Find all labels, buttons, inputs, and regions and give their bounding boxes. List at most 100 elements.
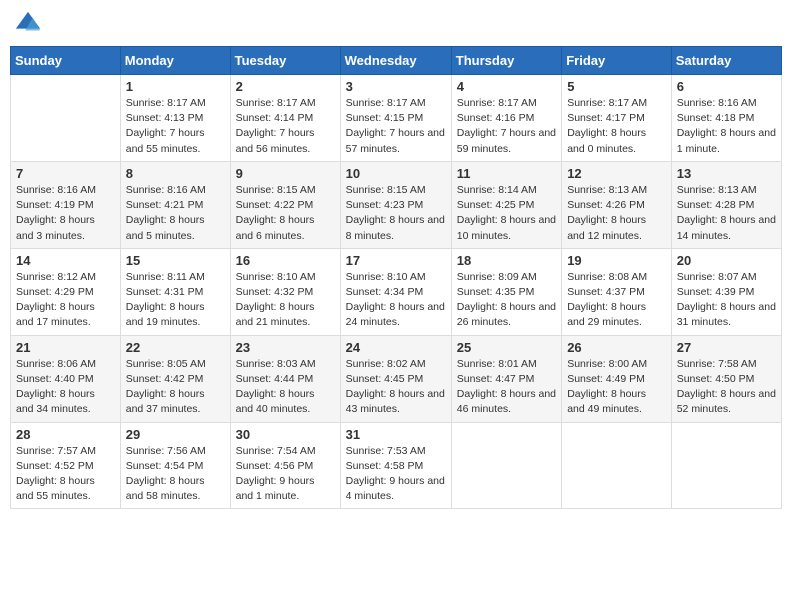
day-info: Sunrise: 8:02 AM Sunset: 4:45 PM Dayligh… <box>346 357 446 418</box>
calendar-day-cell <box>11 75 121 162</box>
day-info: Sunrise: 8:17 AM Sunset: 4:17 PM Dayligh… <box>567 96 666 157</box>
daylight: Daylight: 8 hours and 5 minutes. <box>126 214 205 241</box>
daylight: Daylight: 8 hours and 55 minutes. <box>16 475 95 502</box>
sunrise: Sunrise: 8:16 AM <box>126 184 206 196</box>
day-of-week-header: Monday <box>120 47 230 75</box>
calendar-day-cell: 22 Sunrise: 8:05 AM Sunset: 4:42 PM Dayl… <box>120 335 230 422</box>
calendar-day-cell: 12 Sunrise: 8:13 AM Sunset: 4:26 PM Dayl… <box>562 161 672 248</box>
day-number: 11 <box>457 166 556 181</box>
day-number: 17 <box>346 253 446 268</box>
sunrise: Sunrise: 7:53 AM <box>346 445 426 457</box>
day-number: 4 <box>457 79 556 94</box>
day-info: Sunrise: 8:09 AM Sunset: 4:35 PM Dayligh… <box>457 270 556 331</box>
sunset: Sunset: 4:25 PM <box>457 199 535 211</box>
sunrise: Sunrise: 8:12 AM <box>16 271 96 283</box>
sunrise: Sunrise: 8:16 AM <box>677 97 757 109</box>
day-number: 28 <box>16 427 115 442</box>
day-number: 22 <box>126 340 225 355</box>
sunrise: Sunrise: 7:54 AM <box>236 445 316 457</box>
day-number: 13 <box>677 166 776 181</box>
sunrise: Sunrise: 8:07 AM <box>677 271 757 283</box>
day-number: 3 <box>346 79 446 94</box>
sunset: Sunset: 4:56 PM <box>236 460 314 472</box>
sunset: Sunset: 4:58 PM <box>346 460 424 472</box>
day-info: Sunrise: 8:15 AM Sunset: 4:22 PM Dayligh… <box>236 183 335 244</box>
day-info: Sunrise: 8:05 AM Sunset: 4:42 PM Dayligh… <box>126 357 225 418</box>
day-info: Sunrise: 8:13 AM Sunset: 4:26 PM Dayligh… <box>567 183 666 244</box>
sunrise: Sunrise: 7:58 AM <box>677 358 757 370</box>
calendar-day-cell: 28 Sunrise: 7:57 AM Sunset: 4:52 PM Dayl… <box>11 422 121 509</box>
calendar-day-cell: 3 Sunrise: 8:17 AM Sunset: 4:15 PM Dayli… <box>340 75 451 162</box>
calendar-header-row: SundayMondayTuesdayWednesdayThursdayFrid… <box>11 47 782 75</box>
day-number: 31 <box>346 427 446 442</box>
calendar-day-cell: 9 Sunrise: 8:15 AM Sunset: 4:22 PM Dayli… <box>230 161 340 248</box>
daylight: Daylight: 8 hours and 24 minutes. <box>346 301 445 328</box>
day-number: 27 <box>677 340 776 355</box>
sunrise: Sunrise: 8:08 AM <box>567 271 647 283</box>
daylight: Daylight: 7 hours and 55 minutes. <box>126 127 205 154</box>
sunrise: Sunrise: 8:05 AM <box>126 358 206 370</box>
sunset: Sunset: 4:22 PM <box>236 199 314 211</box>
calendar-day-cell <box>671 422 781 509</box>
sunrise: Sunrise: 8:15 AM <box>346 184 426 196</box>
calendar-day-cell: 6 Sunrise: 8:16 AM Sunset: 4:18 PM Dayli… <box>671 75 781 162</box>
day-info: Sunrise: 8:13 AM Sunset: 4:28 PM Dayligh… <box>677 183 776 244</box>
day-number: 2 <box>236 79 335 94</box>
daylight: Daylight: 8 hours and 3 minutes. <box>16 214 95 241</box>
day-info: Sunrise: 8:15 AM Sunset: 4:23 PM Dayligh… <box>346 183 446 244</box>
calendar-day-cell: 7 Sunrise: 8:16 AM Sunset: 4:19 PM Dayli… <box>11 161 121 248</box>
calendar-day-cell: 21 Sunrise: 8:06 AM Sunset: 4:40 PM Dayl… <box>11 335 121 422</box>
day-info: Sunrise: 7:58 AM Sunset: 4:50 PM Dayligh… <box>677 357 776 418</box>
calendar-day-cell: 14 Sunrise: 8:12 AM Sunset: 4:29 PM Dayl… <box>11 248 121 335</box>
sunrise: Sunrise: 8:13 AM <box>677 184 757 196</box>
sunset: Sunset: 4:37 PM <box>567 286 645 298</box>
day-number: 8 <box>126 166 225 181</box>
daylight: Daylight: 8 hours and 34 minutes. <box>16 388 95 415</box>
daylight: Daylight: 9 hours and 1 minute. <box>236 475 315 502</box>
daylight: Daylight: 8 hours and 29 minutes. <box>567 301 646 328</box>
day-number: 6 <box>677 79 776 94</box>
day-of-week-header: Wednesday <box>340 47 451 75</box>
day-number: 5 <box>567 79 666 94</box>
daylight: Daylight: 8 hours and 43 minutes. <box>346 388 445 415</box>
sunset: Sunset: 4:34 PM <box>346 286 424 298</box>
sunset: Sunset: 4:26 PM <box>567 199 645 211</box>
daylight: Daylight: 8 hours and 52 minutes. <box>677 388 776 415</box>
sunrise: Sunrise: 8:17 AM <box>236 97 316 109</box>
day-number: 20 <box>677 253 776 268</box>
day-info: Sunrise: 8:14 AM Sunset: 4:25 PM Dayligh… <box>457 183 556 244</box>
day-of-week-header: Saturday <box>671 47 781 75</box>
sunset: Sunset: 4:16 PM <box>457 112 535 124</box>
calendar-day-cell <box>562 422 672 509</box>
sunset: Sunset: 4:13 PM <box>126 112 204 124</box>
sunset: Sunset: 4:17 PM <box>567 112 645 124</box>
calendar-day-cell: 20 Sunrise: 8:07 AM Sunset: 4:39 PM Dayl… <box>671 248 781 335</box>
daylight: Daylight: 8 hours and 17 minutes. <box>16 301 95 328</box>
day-number: 23 <box>236 340 335 355</box>
sunset: Sunset: 4:21 PM <box>126 199 204 211</box>
day-info: Sunrise: 7:57 AM Sunset: 4:52 PM Dayligh… <box>16 444 115 505</box>
day-info: Sunrise: 8:12 AM Sunset: 4:29 PM Dayligh… <box>16 270 115 331</box>
calendar-day-cell: 19 Sunrise: 8:08 AM Sunset: 4:37 PM Dayl… <box>562 248 672 335</box>
sunset: Sunset: 4:35 PM <box>457 286 535 298</box>
sunset: Sunset: 4:50 PM <box>677 373 755 385</box>
sunrise: Sunrise: 8:13 AM <box>567 184 647 196</box>
sunrise: Sunrise: 8:11 AM <box>126 271 205 283</box>
sunrise: Sunrise: 8:00 AM <box>567 358 647 370</box>
day-of-week-header: Sunday <box>11 47 121 75</box>
day-number: 12 <box>567 166 666 181</box>
daylight: Daylight: 8 hours and 1 minute. <box>677 127 776 154</box>
daylight: Daylight: 8 hours and 14 minutes. <box>677 214 776 241</box>
day-info: Sunrise: 7:54 AM Sunset: 4:56 PM Dayligh… <box>236 444 335 505</box>
daylight: Daylight: 8 hours and 58 minutes. <box>126 475 205 502</box>
calendar-day-cell: 4 Sunrise: 8:17 AM Sunset: 4:16 PM Dayli… <box>451 75 561 162</box>
day-info: Sunrise: 8:11 AM Sunset: 4:31 PM Dayligh… <box>126 270 225 331</box>
day-info: Sunrise: 8:17 AM Sunset: 4:13 PM Dayligh… <box>126 96 225 157</box>
day-info: Sunrise: 8:08 AM Sunset: 4:37 PM Dayligh… <box>567 270 666 331</box>
day-number: 26 <box>567 340 666 355</box>
sunrise: Sunrise: 7:57 AM <box>16 445 96 457</box>
sunset: Sunset: 4:52 PM <box>16 460 94 472</box>
daylight: Daylight: 8 hours and 12 minutes. <box>567 214 646 241</box>
calendar-day-cell: 13 Sunrise: 8:13 AM Sunset: 4:28 PM Dayl… <box>671 161 781 248</box>
calendar-day-cell <box>451 422 561 509</box>
